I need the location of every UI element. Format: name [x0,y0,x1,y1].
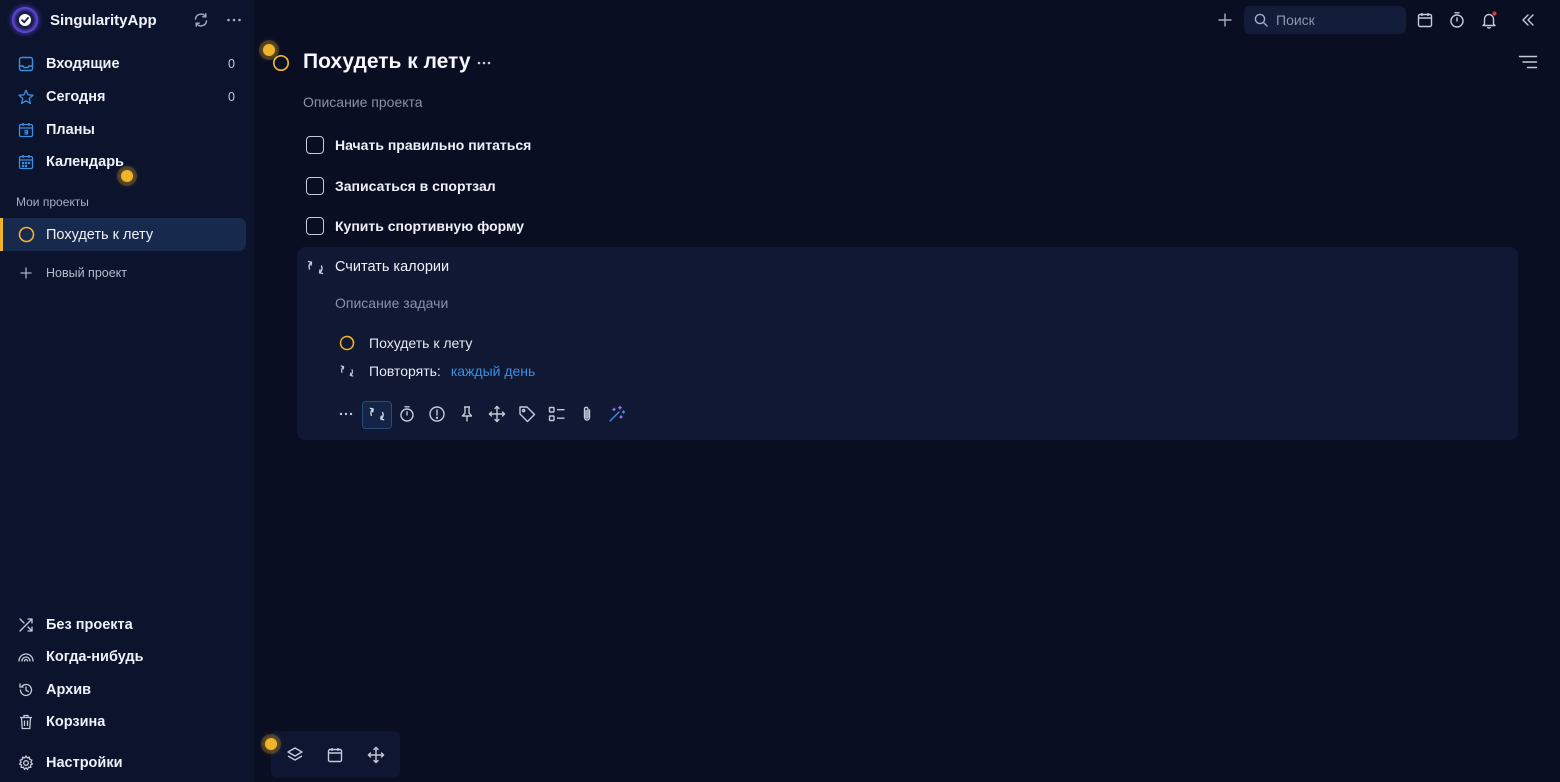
sidebar: SingularityApp Входящие 0 Сегодня 0 План… [0,0,254,782]
onboarding-hint-dot[interactable] [121,170,133,182]
sidebar-item-label: Когда-нибудь [46,649,144,665]
sidebar-item-label: Без проекта [46,617,133,633]
task-project-row[interactable]: Похудеть к лету [339,332,472,354]
timer-icon[interactable] [1448,11,1466,29]
repeat-label: Повторять: [369,363,441,379]
pin-icon[interactable] [458,405,476,423]
page-title[interactable]: Похудеть к лету [303,50,471,74]
search-placeholder: Поиск [1276,12,1315,28]
more-icon[interactable] [226,11,242,29]
sidebar-item-someday[interactable]: Когда-нибудь [0,641,246,673]
priority-icon[interactable] [428,405,446,423]
task-repeat-row[interactable]: Повторять: каждый день [339,360,535,382]
repeat-value-link[interactable]: каждый день [451,363,536,379]
sidebar-item-label: Архив [46,682,92,698]
search-input[interactable]: Поиск [1244,6,1406,34]
sidebar-item-trash[interactable]: Корзина [0,706,246,738]
trash-icon [18,714,34,730]
sidebar-item-label: Входящие [46,56,120,72]
sidebar-item-no-project[interactable]: Без проекта [0,609,246,641]
project-circle-icon [18,226,35,243]
task-checkbox[interactable] [306,217,324,235]
tag-icon[interactable] [518,405,536,423]
magic-wand-icon[interactable] [608,405,626,423]
brand[interactable]: SingularityApp [12,7,157,33]
task-card-expanded: Считать калории Описание задачи Похудеть… [297,247,1518,440]
project-progress-icon [339,335,355,351]
collapse-panel-icon[interactable] [1519,11,1537,29]
move-icon[interactable] [367,746,385,764]
task-title: Начать правильно питаться [335,137,532,153]
add-icon[interactable] [1216,11,1234,29]
bottom-toolbar [271,731,400,778]
task-title: Купить спортивную форму [335,218,525,234]
app-logo-icon [12,7,38,33]
projects-section-title: Мои проекты [16,195,89,209]
inbox-count: 0 [228,57,235,71]
task-title: Записаться в спортзал [335,178,496,194]
new-project-button[interactable]: Новый проект [0,262,246,284]
repeat-icon[interactable] [306,258,325,277]
task-project-label: Похудеть к лету [369,335,473,351]
attachment-icon[interactable] [578,405,596,423]
timer-icon[interactable] [398,405,416,423]
layers-icon[interactable] [286,746,304,764]
history-icon [18,682,34,698]
sidebar-item-plans[interactable]: Планы [0,114,246,146]
onboarding-hint-dot[interactable] [265,738,277,750]
plus-icon [19,266,33,280]
sidebar-item-label: Календарь [46,154,124,170]
new-project-label: Новый проект [46,266,128,280]
calendar-plans-icon [18,122,34,138]
sidebar-item-archive[interactable]: Архив [0,674,246,706]
calendar-icon [18,154,34,170]
active-indicator [0,218,3,251]
sidebar-item-inbox[interactable]: Входящие 0 [0,48,246,80]
filter-sort-icon[interactable] [1518,53,1538,71]
project-circle-icon[interactable] [272,54,290,72]
sidebar-item-label: Корзина [46,714,106,730]
gear-icon [18,755,34,771]
inbox-icon [18,56,34,72]
more-icon[interactable] [476,55,492,71]
sidebar-item-label: Планы [46,122,95,138]
calendar-icon[interactable] [326,746,344,764]
checklist-icon[interactable] [548,405,566,423]
move-icon[interactable] [488,405,506,423]
bell-icon[interactable] [1480,11,1498,29]
shuffle-icon [18,617,34,633]
sidebar-project-label: Похудеть к лету [46,227,154,243]
calendar-icon[interactable] [1416,11,1434,29]
task-checkbox[interactable] [306,177,324,195]
rainbow-icon [18,649,34,665]
search-icon [1254,13,1268,27]
repeat-icon [339,363,355,379]
task-checkbox[interactable] [306,136,324,154]
repeat-icon[interactable] [368,405,386,423]
sidebar-item-label: Сегодня [46,89,106,105]
sidebar-item-today[interactable]: Сегодня 0 [0,81,246,113]
sidebar-project-active[interactable]: Похудеть к лету [0,218,246,251]
app-name: SingularityApp [50,11,157,29]
star-icon [18,89,34,105]
task-description[interactable]: Описание задачи [335,295,448,311]
more-icon[interactable] [337,405,355,423]
today-count: 0 [228,90,235,104]
sync-icon[interactable] [192,11,210,29]
project-description[interactable]: Описание проекта [303,94,423,110]
sidebar-item-label: Настройки [46,755,123,771]
sidebar-item-settings[interactable]: Настройки [0,747,246,779]
task-title[interactable]: Считать калории [335,259,449,275]
